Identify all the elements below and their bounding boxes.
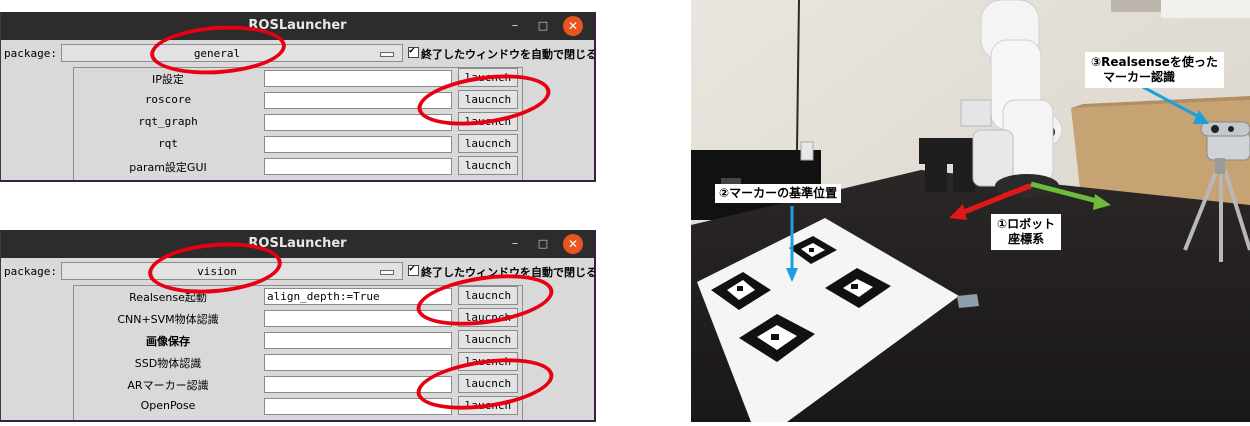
launch-row: 画像保存 laucnch (74, 330, 522, 352)
launch-row-name: OpenPose (140, 399, 196, 412)
callout-robot-frame-line1: ①ロボット (997, 217, 1056, 231)
launch-row-name: param設定GUI (129, 161, 207, 174)
launch-row: param設定GUI laucnch (74, 156, 522, 178)
callout-robot-frame: ①ロボット 座標系 (991, 214, 1062, 250)
maximize-icon[interactable]: □ (533, 234, 553, 254)
dropdown-arrow-icon (380, 52, 394, 57)
auto-close-checkbox[interactable] (408, 45, 419, 58)
launch-row-name: 画像保存 (146, 335, 190, 348)
callout-realsense: ③Realsenseを使った マーカー認識 (1085, 52, 1224, 88)
launch-button[interactable]: laucnch (458, 330, 518, 349)
launch-row-name: SSD物体認識 (134, 357, 202, 370)
minimize-icon[interactable]: – (505, 16, 525, 36)
package-label: package: (4, 47, 57, 60)
launch-button[interactable]: laucnch (458, 156, 518, 175)
window-titlebar[interactable]: ROSLauncher – □ ✕ (1, 12, 594, 40)
launch-args-input[interactable] (264, 70, 452, 87)
minimize-icon[interactable]: – (505, 234, 525, 254)
launch-args-input[interactable] (264, 354, 452, 371)
callout-realsense-line1: ③Realsenseを使った (1091, 55, 1218, 69)
launch-row-name: rqt_graph (138, 115, 198, 128)
launch-row-name: ARマーカー認識 (127, 379, 209, 392)
package-row: package: general 終了したウィンドウを自動で閉じる (1, 44, 594, 64)
callout-robot-frame-line2: 座標系 (1008, 232, 1045, 246)
launch-args-input[interactable] (264, 158, 452, 175)
callout-realsense-line2: マーカー認識 (1103, 70, 1176, 84)
window-titlebar[interactable]: ROSLauncher – □ ✕ (1, 230, 594, 258)
close-icon[interactable]: ✕ (563, 16, 583, 36)
dropdown-arrow-icon (380, 270, 394, 275)
callout-marker-base: ②マーカーの基準位置 (715, 184, 842, 203)
launch-args-input[interactable] (264, 332, 452, 349)
launch-row-name: roscore (144, 93, 192, 106)
launch-row-name: CNN+SVM物体認識 (117, 313, 219, 326)
launch-row: rqt laucnch (74, 134, 522, 156)
maximize-icon[interactable]: □ (533, 16, 553, 36)
launch-args-input[interactable] (264, 136, 452, 153)
launch-row-name: IP設定 (152, 73, 184, 86)
launch-row-name: Realsense起動 (129, 291, 207, 304)
package-label: package: (4, 265, 57, 278)
auto-close-checkbox[interactable] (408, 263, 419, 276)
launch-button[interactable]: laucnch (458, 134, 518, 153)
robot-setup-photo: ②マーカーの基準位置 ①ロボット 座標系 ③Realsenseを使った マーカー… (691, 0, 1250, 422)
close-icon[interactable]: ✕ (563, 234, 583, 254)
launch-row-name: rqt (158, 137, 178, 150)
auto-close-label: 終了したウィンドウを自動で閉じる (421, 48, 596, 61)
